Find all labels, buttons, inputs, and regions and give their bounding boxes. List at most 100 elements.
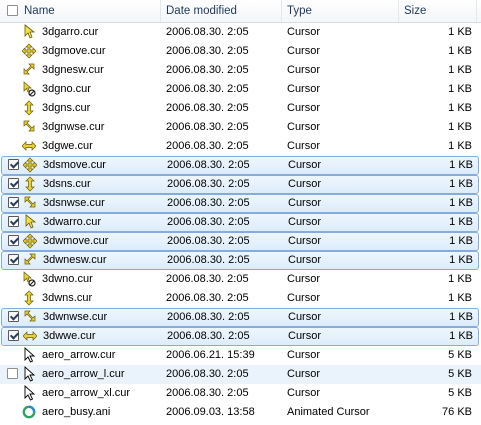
- resize-nesw-cursor-icon: [23, 252, 37, 268]
- file-name: aero_arrow_l.cur: [42, 368, 125, 380]
- file-date-modified: 2006.06.21. 15:39: [166, 349, 255, 361]
- file-date-modified: 2006.08.30. 2:05: [166, 26, 249, 38]
- file-size: 1 KB: [448, 45, 472, 57]
- unavailable-cursor-icon: [22, 271, 36, 287]
- resize-ns-cursor-icon: [22, 290, 36, 306]
- column-header-name[interactable]: Name: [24, 0, 55, 22]
- file-size: 1 KB: [449, 197, 473, 209]
- file-row[interactable]: 3dgarro.cur 2006.08.30. 2:05 Cursor 1 KB: [0, 23, 481, 42]
- file-row[interactable]: 3dgwe.cur 2006.08.30. 2:05 Cursor 1 KB: [0, 137, 481, 156]
- file-type: Cursor: [287, 102, 321, 114]
- file-date-modified: 2006.08.30. 2:05: [166, 387, 249, 399]
- file-row[interactable]: 3dwarro.cur 2006.08.30. 2:05 Cursor 1 KB: [1, 213, 479, 232]
- file-size: 1 KB: [448, 121, 472, 133]
- file-row[interactable]: aero_arrow.cur 2006.06.21. 15:39 Cursor 5 K…: [0, 346, 481, 365]
- file-row[interactable]: aero_arrow_l.cur 2006.08.30. 2:05 Cursor 5 …: [0, 365, 481, 384]
- file-name: 3dwwe.cur: [43, 330, 96, 342]
- column-header-type[interactable]: Type: [287, 0, 312, 22]
- file-name: aero_busy.ani: [42, 406, 111, 418]
- file-row[interactable]: 3dwnesw.cur 2006.08.30. 2:05 Cursor 1 KB: [1, 251, 479, 270]
- column-divider[interactable]: [476, 0, 477, 22]
- file-type: Cursor: [288, 178, 322, 190]
- row-checkbox[interactable]: [8, 216, 19, 227]
- file-row[interactable]: 3dwns.cur 2006.08.30. 2:05 Cursor 1 KB: [0, 289, 481, 308]
- resize-nwse-cursor-icon: [22, 119, 36, 135]
- file-type: Cursor: [287, 64, 321, 76]
- file-size: 1 KB: [449, 159, 473, 171]
- file-row[interactable]: 3dgno.cur 2006.08.30. 2:05 Cursor 1 KB: [0, 80, 481, 99]
- file-size: 5 KB: [448, 368, 472, 380]
- row-checkbox[interactable]: [8, 197, 19, 208]
- file-type: Cursor: [288, 235, 322, 247]
- select-all-checkbox[interactable]: [7, 5, 18, 16]
- file-name: 3dgnwse.cur: [42, 121, 105, 133]
- file-row[interactable]: 3dgnwse.cur 2006.08.30. 2:05 Cursor 1 KB: [0, 118, 481, 137]
- file-date-modified: 2006.08.30. 2:05: [166, 368, 249, 380]
- row-checkbox[interactable]: [8, 235, 19, 246]
- busy-cursor-icon: [22, 404, 36, 420]
- column-divider[interactable]: [281, 0, 282, 22]
- file-date-modified: 2006.08.30. 2:05: [167, 235, 250, 247]
- arrow-cursor-icon: [23, 214, 37, 230]
- file-size: 5 KB: [448, 387, 472, 399]
- file-row[interactable]: 3dsns.cur 2006.08.30. 2:05 Cursor 1 KB: [1, 175, 479, 194]
- file-row[interactable]: aero_arrow_xl.cur 2006.08.30. 2:05 Cursor 5…: [0, 384, 481, 403]
- file-size: 1 KB: [449, 330, 473, 342]
- file-name: 3dgarro.cur: [42, 26, 99, 38]
- column-divider[interactable]: [160, 0, 161, 22]
- file-row[interactable]: 3dwmove.cur 2006.08.30. 2:05 Cursor 1 KB: [1, 232, 479, 251]
- file-type: Cursor: [287, 387, 321, 399]
- file-row[interactable]: 3dwnwse.cur 2006.08.30. 2:05 Cursor 1 KB: [1, 308, 479, 327]
- file-size: 1 KB: [448, 26, 472, 38]
- file-row[interactable]: 3dsnwse.cur 2006.08.30. 2:05 Cursor 1 KB: [1, 194, 479, 213]
- row-checkbox[interactable]: [8, 178, 19, 189]
- file-size: 1 KB: [448, 83, 472, 95]
- file-name: 3dsns.cur: [43, 178, 91, 190]
- file-name: 3dwno.cur: [42, 273, 93, 285]
- file-type: Cursor: [287, 349, 321, 361]
- file-date-modified: 2006.08.30. 2:05: [166, 140, 249, 152]
- row-checkbox[interactable]: [8, 159, 19, 170]
- arrow-cursor-icon: [22, 24, 36, 40]
- file-size: 1 KB: [448, 140, 472, 152]
- resize-ns-cursor-icon: [23, 176, 37, 192]
- file-row[interactable]: 3dgns.cur 2006.08.30. 2:05 Cursor 1 KB: [0, 99, 481, 118]
- file-row[interactable]: 3dwno.cur 2006.08.30. 2:05 Cursor 1 KB: [0, 270, 481, 289]
- row-checkbox[interactable]: [8, 330, 19, 341]
- file-row[interactable]: aero_busy.ani 2006.09.03. 13:58 Animated C…: [0, 403, 481, 422]
- file-name: 3dgwe.cur: [42, 140, 93, 152]
- file-row[interactable]: 3dsmove.cur 2006.08.30. 2:05 Cursor 1 KB: [1, 156, 479, 175]
- file-date-modified: 2006.08.30. 2:05: [166, 45, 249, 57]
- file-size: 1 KB: [449, 178, 473, 190]
- column-header-date-modified[interactable]: Date modified: [166, 0, 237, 22]
- file-size: 1 KB: [448, 292, 472, 304]
- row-checkbox[interactable]: [8, 311, 19, 322]
- move-cursor-icon: [22, 233, 38, 249]
- file-row[interactable]: 3dgnesw.cur 2006.08.30. 2:05 Cursor 1 KB: [0, 61, 481, 80]
- file-type: Cursor: [287, 121, 321, 133]
- file-name: 3dsmove.cur: [43, 159, 106, 171]
- file-row[interactable]: 3dwwe.cur 2006.08.30. 2:05 Cursor 1 KB: [1, 327, 479, 346]
- file-size: 1 KB: [448, 64, 472, 76]
- file-name: 3dwarro.cur: [43, 216, 102, 228]
- file-name: 3dwns.cur: [42, 292, 93, 304]
- row-checkbox[interactable]: [7, 368, 18, 379]
- file-type: Cursor: [288, 197, 322, 209]
- file-type: Cursor: [288, 159, 322, 171]
- resize-nesw-cursor-icon: [22, 62, 36, 78]
- resize-we-cursor-icon: [22, 328, 38, 344]
- row-checkbox[interactable]: [8, 254, 19, 265]
- aero-arrow-cursor-icon: [22, 346, 36, 363]
- file-name: 3dgnesw.cur: [42, 64, 104, 76]
- column-divider[interactable]: [398, 0, 399, 22]
- file-type: Cursor: [287, 26, 321, 38]
- file-type: Cursor: [287, 273, 321, 285]
- file-date-modified: 2006.08.30. 2:05: [166, 83, 249, 95]
- file-name: 3dwnesw.cur: [43, 254, 107, 266]
- column-header-size[interactable]: Size: [404, 0, 426, 22]
- column-header-bar: Name Date modified Type Size: [0, 0, 481, 23]
- file-date-modified: 2006.08.30. 2:05: [167, 216, 250, 228]
- file-row[interactable]: 3dgmove.cur 2006.08.30. 2:05 Cursor 1 KB: [0, 42, 481, 61]
- file-date-modified: 2006.08.30. 2:05: [166, 64, 249, 76]
- file-size: 1 KB: [448, 273, 472, 285]
